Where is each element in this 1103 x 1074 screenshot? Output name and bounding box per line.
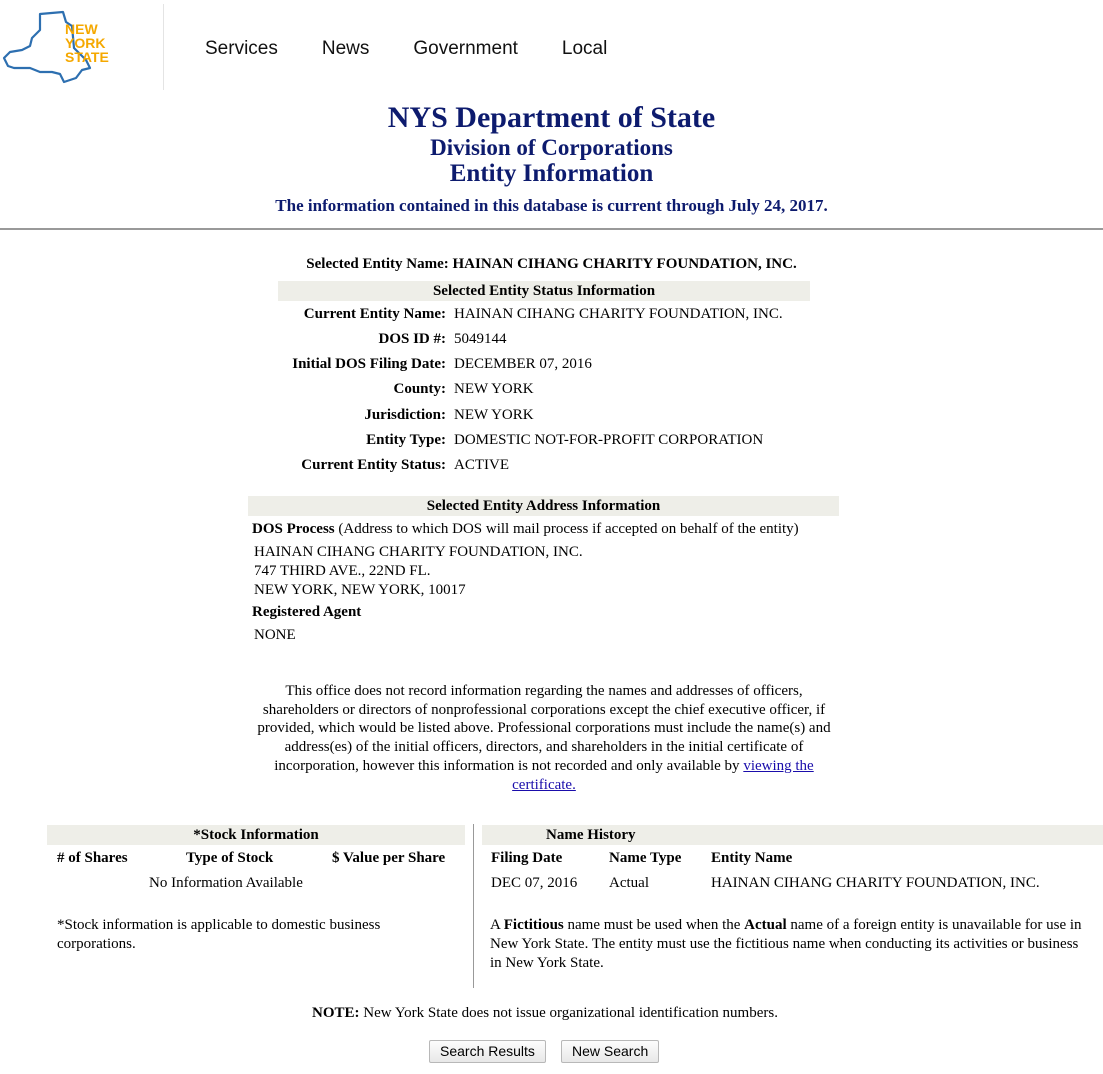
selected-entity-name-value: HAINAN CIHANG CHARITY FOUNDATION, INC. xyxy=(452,256,797,272)
status-value: HAINAN CIHANG CHARITY FOUNDATION, INC. xyxy=(454,306,783,322)
status-value: DOMESTIC NOT-FOR-PROFIT CORPORATION xyxy=(454,432,764,448)
fictitious-keyword: Fictitious xyxy=(503,917,564,933)
status-label: DOS ID #: xyxy=(378,331,446,347)
address-section-heading: Selected Entity Address Information xyxy=(248,496,839,516)
column-divider xyxy=(473,824,474,988)
stock-col-type: Type of Stock xyxy=(186,850,274,866)
status-value: NEW YORK xyxy=(454,381,534,397)
status-section-heading: Selected Entity Status Information xyxy=(278,281,810,301)
status-label: Jurisdiction: xyxy=(364,407,446,423)
fictitious-note-line3: in New York State. xyxy=(490,955,604,971)
fictitious-note-text: A xyxy=(490,917,504,933)
page-title: NYS Department of State xyxy=(387,101,716,134)
nav-government[interactable]: Government xyxy=(413,38,518,60)
address-line: NEW YORK, NEW YORK, 10017 xyxy=(254,582,466,598)
registered-agent-label: Registered Agent xyxy=(252,604,362,620)
stock-footnote-line1: *Stock information is applicable to dome… xyxy=(57,917,381,933)
new-search-button[interactable]: New Search xyxy=(561,1040,660,1063)
stock-empty-message: No Information Available xyxy=(149,875,303,891)
database-currency-note: The information contained in this databa… xyxy=(275,196,828,215)
status-label: Initial DOS Filing Date: xyxy=(292,356,446,372)
logo-text-state: STATE xyxy=(65,49,109,65)
dos-process-description: (Address to which DOS will mail process … xyxy=(334,521,799,537)
name-history-date: DEC 07, 2016 xyxy=(491,875,578,891)
fictitious-note-line1: A Fictitious name must be used when the … xyxy=(490,917,1103,934)
status-value: 5049144 xyxy=(454,331,507,347)
selected-entity-name-label: Selected Entity Name: xyxy=(306,256,449,272)
name-history-heading: Name History xyxy=(482,825,1103,845)
fictitious-note-line2: New York State. The entity must use the … xyxy=(490,936,1079,952)
stock-info-heading: *Stock Information xyxy=(47,825,465,845)
stock-col-shares: # of Shares xyxy=(57,850,128,866)
status-label: Entity Type: xyxy=(366,432,446,448)
note-label: NOTE: xyxy=(312,1005,360,1021)
status-value: ACTIVE xyxy=(454,457,509,473)
name-history-type: Actual xyxy=(609,875,649,891)
nav-local[interactable]: Local xyxy=(562,38,607,60)
officers-notice: This office does not record information … xyxy=(248,682,840,794)
nav-services[interactable]: Services xyxy=(205,38,278,60)
fictitious-note-text: name of a foreign entity is unavailable … xyxy=(786,917,1082,933)
name-history-entity-name: HAINAN CIHANG CHARITY FOUNDATION, INC. xyxy=(711,875,1040,891)
top-navigation-bar: NEW YORK STATE Services News Government … xyxy=(0,0,1103,92)
division-title: Division of Corporations xyxy=(430,135,673,160)
org-id-note: NOTE: New York State does not issue orga… xyxy=(0,1005,1090,1022)
new-york-state-logo[interactable]: NEW YORK STATE xyxy=(0,8,120,84)
status-value: DECEMBER 07, 2016 xyxy=(454,356,592,372)
registered-agent-value: NONE xyxy=(254,627,296,643)
dos-process-line: DOS Process (Address to which DOS will m… xyxy=(252,521,799,538)
main-nav: Services News Government Local xyxy=(205,38,651,60)
stock-col-value: $ Value per Share xyxy=(332,850,446,866)
nav-news[interactable]: News xyxy=(322,38,370,60)
name-history-col-type: Name Type xyxy=(609,850,682,866)
section-title: Entity Information xyxy=(449,160,654,187)
status-label: Current Entity Name: xyxy=(303,306,446,322)
status-label: County: xyxy=(393,381,446,397)
status-label: Current Entity Status: xyxy=(301,457,446,473)
logo-divider xyxy=(163,4,164,90)
note-text: New York State does not issue organizati… xyxy=(359,1005,778,1021)
address-line: HAINAN CIHANG CHARITY FOUNDATION, INC. xyxy=(254,544,583,560)
actual-keyword: Actual xyxy=(744,917,787,933)
name-history-col-date: Filing Date xyxy=(491,850,563,866)
status-value: NEW YORK xyxy=(454,407,534,423)
address-line: 747 THIRD AVE., 22ND FL. xyxy=(254,563,431,579)
selected-entity-name-line: Selected Entity Name: HAINAN CIHANG CHAR… xyxy=(0,256,1103,273)
fictitious-note-text: name must be used when the xyxy=(563,917,745,933)
name-history-col-name: Entity Name xyxy=(711,850,793,866)
stock-footnote-line2: corporations. xyxy=(57,936,136,952)
search-results-button[interactable]: Search Results xyxy=(429,1040,546,1063)
header-divider xyxy=(0,228,1103,230)
dos-process-label: DOS Process xyxy=(252,521,335,537)
